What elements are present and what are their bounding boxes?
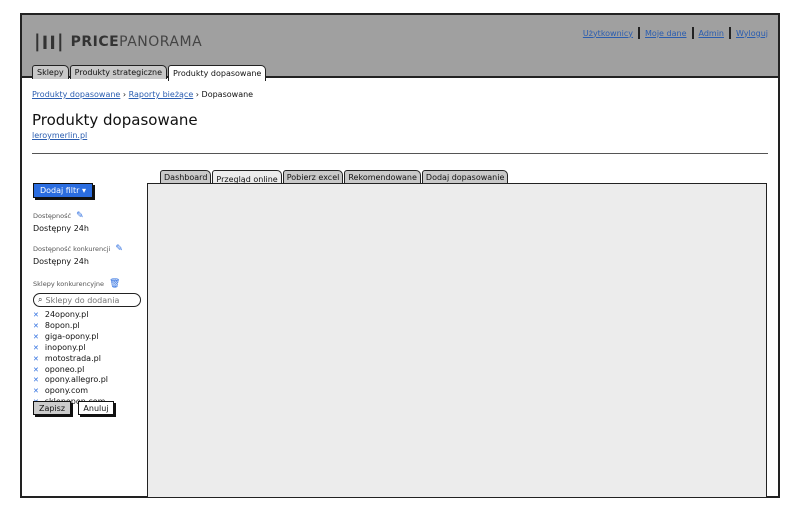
link-my-data[interactable]: Moje dane — [645, 29, 686, 38]
remove-icon[interactable]: ✕ — [33, 376, 39, 384]
content-panel — [147, 183, 767, 498]
add-filter-label: Dodaj filtr — [39, 186, 80, 195]
remove-icon[interactable]: ✕ — [33, 387, 39, 395]
tab-pobierz-excel[interactable]: Pobierz excel — [282, 170, 344, 184]
list-item: ✕ giga-opony.pl — [33, 332, 108, 343]
competitor-availability-label: Dostępność konkurencji ✎ — [33, 244, 123, 254]
list-item: ✕ inopony.pl — [33, 343, 108, 354]
availability-value: Dostępny 24h — [33, 224, 89, 233]
main-tabs: Sklepy Produkty strategiczne Produkty do… — [32, 63, 267, 81]
list-item: ✕ 8opon.pl — [33, 321, 108, 332]
link-logout[interactable]: Wyloguj — [736, 29, 768, 38]
remove-icon[interactable]: ✕ — [33, 355, 39, 363]
list-item: ✕ opony.allegro.pl — [33, 375, 108, 386]
tab-produkty-strategiczne[interactable]: Produkty strategiczne — [69, 65, 168, 79]
tab-dashboard[interactable]: Dashboard — [160, 170, 212, 184]
availability-label: Dostępność ✎ — [33, 211, 84, 221]
top-links: Użytkownicy Moje dane Admin Wyloguj — [583, 27, 768, 39]
label-text: Dostępność konkurencji — [33, 245, 111, 253]
breadcrumb-link[interactable]: Raporty bieżące — [129, 90, 194, 99]
shop-name: giga-opony.pl — [44, 331, 99, 341]
shop-name: opony.com — [44, 386, 89, 396]
list-item: ✕ 24opony.pl — [33, 310, 108, 321]
shop-name: oponeo.pl — [44, 364, 85, 374]
shop-name: opony.allegro.pl — [44, 375, 109, 385]
logo-text-light: PANORAMA — [119, 33, 203, 50]
remove-icon[interactable]: ✕ — [33, 333, 39, 341]
save-button[interactable]: Zapisz — [33, 401, 71, 415]
label-text: Dostępność — [33, 212, 72, 220]
divider — [638, 27, 641, 39]
logo-icon: |׀׀| — [34, 31, 65, 52]
logo[interactable]: |׀׀| PRICE PANORAMA — [34, 31, 202, 52]
shop-list: ✕ 24opony.pl ✕ 8opon.pl ✕ giga-opony.pl ✕ in… — [33, 310, 108, 408]
remove-icon[interactable]: ✕ — [33, 366, 39, 374]
list-item: ✕ opony.com — [33, 386, 108, 397]
shop-search-input[interactable]: ⌕ Sklepy do dodania — [33, 293, 141, 307]
breadcrumb: Produkty dopasowane › Raporty bieżące › … — [32, 90, 253, 99]
pencil-icon[interactable]: ✎ — [76, 211, 84, 221]
caret-down-icon: ▾ — [82, 186, 87, 195]
tab-rekomendowane[interactable]: Rekomendowane — [344, 170, 421, 184]
panel-tabs: Dashboard Przegląd online Pobierz excel … — [160, 168, 509, 186]
link-users[interactable]: Użytkownicy — [583, 29, 633, 38]
list-item: ✕ oponeo.pl — [33, 365, 108, 376]
tab-produkty-dopasowane[interactable]: Produkty dopasowane — [168, 65, 267, 81]
cancel-button[interactable]: Anuluj — [78, 401, 114, 415]
chevron-right-icon: › — [122, 90, 127, 99]
shop-name: 8opon.pl — [44, 320, 80, 330]
pencil-icon[interactable]: ✎ — [115, 244, 123, 254]
remove-icon[interactable]: ✕ — [33, 344, 39, 352]
link-admin[interactable]: Admin — [699, 29, 725, 38]
divider — [32, 153, 768, 154]
divider — [729, 27, 731, 39]
chevron-right-icon: › — [195, 90, 199, 99]
shop-name: motostrada.pl — [44, 353, 101, 363]
remove-icon[interactable]: ✕ — [33, 322, 39, 330]
trash-icon[interactable]: 🗑 — [109, 279, 120, 289]
breadcrumb-link[interactable]: Produkty dopasowane — [32, 90, 120, 99]
header: |׀׀| PRICE PANORAMA Użytkownicy Moje dane … — [22, 15, 778, 81]
store-link[interactable]: leroymerlin.pl — [32, 131, 87, 140]
list-item: ✕ motostrada.pl — [33, 354, 108, 365]
page-title: Produkty dopasowane — [32, 111, 198, 129]
tab-dodaj-dopasowanie[interactable]: Dodaj dopasowanie — [421, 170, 509, 184]
divider — [691, 27, 694, 39]
competitor-shops-label: Sklepy konkurencyjne 🗑 — [33, 279, 120, 289]
app-window: |׀׀| PRICE PANORAMA Użytkownicy Moje dane … — [20, 13, 780, 498]
shop-name: inopony.pl — [44, 342, 86, 352]
search-placeholder: Sklepy do dodania — [45, 295, 120, 305]
logo-text-bold: PRICE — [70, 33, 120, 50]
remove-icon[interactable]: ✕ — [33, 311, 39, 319]
shop-name: 24opony.pl — [44, 310, 89, 319]
search-icon: ⌕ — [38, 295, 43, 304]
competitor-availability-value: Dostępny 24h — [33, 257, 89, 266]
breadcrumb-current: Dopasowane — [201, 90, 254, 99]
label-text: Sklepy konkurencyjne — [33, 280, 105, 288]
add-filter-button[interactable]: Dodaj filtr ▾ — [33, 183, 93, 198]
tab-sklepy[interactable]: Sklepy — [32, 65, 69, 79]
